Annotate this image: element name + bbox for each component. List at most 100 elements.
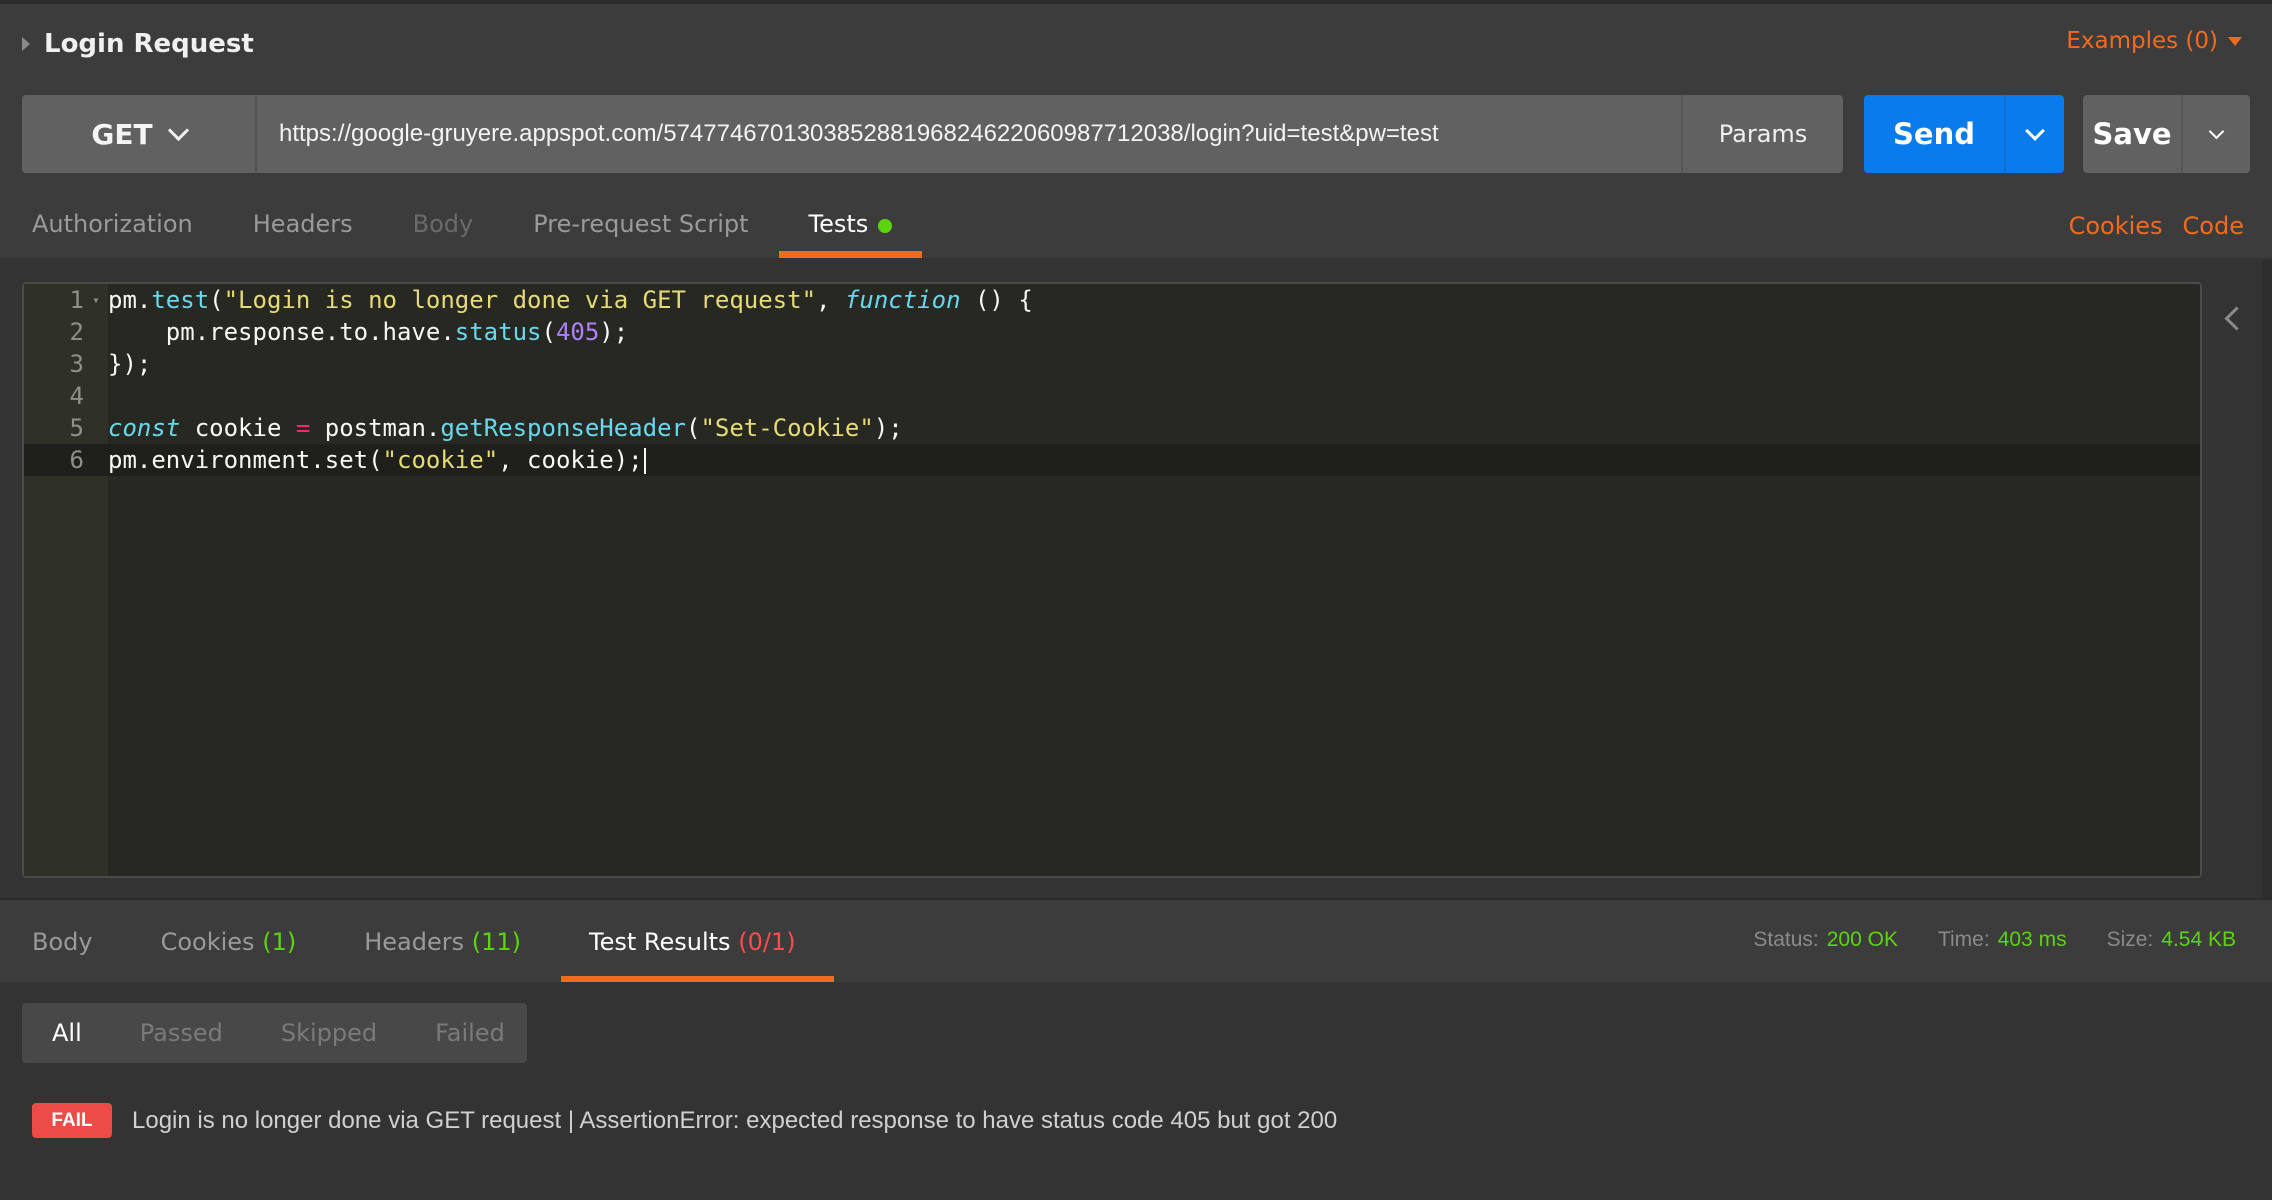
request-links: Cookies Code xyxy=(2069,212,2244,240)
tests-code-editor[interactable]: 1 ▾ pm.test("Login is no longer done via G… xyxy=(22,282,2202,878)
cookies-link[interactable]: Cookies xyxy=(2069,212,2163,240)
send-button-group: Send xyxy=(1864,95,2064,173)
tab-body[interactable]: Body xyxy=(413,200,474,258)
tab-label: Pre-request Script xyxy=(533,210,749,238)
filter-passed[interactable]: Passed xyxy=(140,1019,223,1047)
save-button[interactable]: Save xyxy=(2083,95,2183,173)
code-token: cookie xyxy=(180,414,296,442)
response-meta: Status: 200 OK Time: 403 ms Size: 4.54 KB xyxy=(1753,928,2236,952)
request-title: Login Request xyxy=(44,29,254,59)
tab-label: Headers xyxy=(252,210,353,238)
code-token: "cookie" xyxy=(382,446,499,474)
tab-response-cookies[interactable]: Cookies (1) xyxy=(161,928,297,982)
time-meta: Time: 403 ms xyxy=(1938,928,2067,952)
save-options-button[interactable] xyxy=(2183,95,2250,173)
send-options-button[interactable] xyxy=(2006,95,2064,173)
test-result-row: FAIL Login is no longer done via GET req… xyxy=(32,1103,1337,1138)
tab-tests[interactable]: Tests xyxy=(778,200,922,258)
code-token: ( xyxy=(685,414,701,442)
collapse-panel-chevron-left-icon[interactable] xyxy=(2222,305,2242,333)
code-token: ( xyxy=(541,318,556,346)
tab-label: Body xyxy=(32,928,93,956)
code-token: , cookie); xyxy=(498,446,643,474)
request-title-row[interactable]: Login Request xyxy=(22,26,254,62)
send-button[interactable]: Send xyxy=(1864,95,2006,173)
code-link[interactable]: Code xyxy=(2183,212,2244,240)
filter-failed[interactable]: Failed xyxy=(435,1019,505,1047)
code-line[interactable]: 1 ▾ pm.test("Login is no longer done via G… xyxy=(24,284,2200,316)
code-text: const cookie = postman.getResponseHeader… xyxy=(108,414,903,442)
code-token: "Set-Cookie" xyxy=(700,414,874,442)
code-line[interactable]: 3}); xyxy=(24,348,2200,380)
code-line[interactable]: 6 pm.environment.set("cookie", cookie); xyxy=(24,444,2200,476)
tab-authorization[interactable]: Authorization xyxy=(32,200,193,258)
code-token: getResponseHeader xyxy=(440,414,686,442)
chevron-down-icon xyxy=(2208,123,2225,139)
code-line[interactable]: 4 xyxy=(24,380,2200,412)
code-token: 405 xyxy=(555,318,600,346)
code-token: test xyxy=(151,286,210,314)
scrollbar[interactable] xyxy=(2262,260,2272,900)
has-content-dot-icon xyxy=(878,219,893,233)
code-token: = xyxy=(295,414,311,442)
request-bar: GET Params xyxy=(22,95,1843,173)
chevron-down-icon xyxy=(2025,121,2045,141)
status-label: Status: xyxy=(1753,928,1819,951)
status-value[interactable]: 200 OK xyxy=(1827,928,1898,951)
test-result-filters: All Passed Skipped Failed xyxy=(22,1003,527,1063)
code-token: () { xyxy=(960,286,1033,314)
tab-label: Headers xyxy=(364,928,465,956)
code-token: pm.response.to.have. xyxy=(108,318,455,346)
divider xyxy=(0,982,2272,984)
line-number: 2 xyxy=(69,318,84,346)
code-token: "Login is no longer done via GET request… xyxy=(223,286,817,314)
time-label: Time: xyxy=(1937,928,1990,951)
code-token: function xyxy=(844,286,961,314)
code-token: }); xyxy=(108,350,152,378)
examples-dropdown[interactable]: Examples (0) xyxy=(2066,28,2242,54)
line-number: 1 xyxy=(69,286,84,314)
fail-badge: FAIL xyxy=(32,1103,112,1138)
line-number: 3 xyxy=(69,350,84,378)
tab-response-body[interactable]: Body xyxy=(32,928,93,982)
line-number: 6 xyxy=(69,446,84,474)
filter-skipped[interactable]: Skipped xyxy=(281,1019,377,1047)
code-text: pm.environment.set("cookie", cookie); xyxy=(108,446,646,474)
code-token: pm. xyxy=(108,286,152,314)
test-results-count: (0/1) xyxy=(738,928,796,956)
url-input[interactable] xyxy=(279,120,1681,148)
response-tabs: Body Cookies (1) Headers (11) Test Resul… xyxy=(32,928,864,982)
params-button[interactable]: Params xyxy=(1683,95,1843,173)
tab-headers[interactable]: Headers xyxy=(253,200,353,258)
tab-pre-request-script[interactable]: Pre-request Script xyxy=(533,200,748,258)
code-token: postman. xyxy=(310,414,441,442)
code-token: , xyxy=(816,286,845,314)
chevron-down-icon xyxy=(167,119,189,141)
caret-down-icon xyxy=(2228,36,2242,46)
code-text: }); xyxy=(108,350,151,378)
url-field[interactable] xyxy=(257,95,1683,173)
filter-all[interactable]: All xyxy=(52,1019,82,1047)
code-line[interactable]: 2 pm.response.to.have.status(405); xyxy=(24,316,2200,348)
request-tabs: Authorization Headers Body Pre-request S… xyxy=(32,200,952,258)
code-line[interactable]: 5 const cookie = postman.getResponseHeade… xyxy=(24,412,2200,444)
status-meta: Status: 200 OK xyxy=(1753,928,1898,952)
headers-count: (11) xyxy=(471,928,521,956)
code-text: pm.response.to.have.status(405); xyxy=(108,318,628,346)
size-value[interactable]: 4.54 KB xyxy=(2161,928,2236,951)
code-token: ); xyxy=(599,318,629,346)
fold-arrow-icon[interactable]: ▾ xyxy=(84,293,108,307)
tab-test-results[interactable]: Test Results (0/1) xyxy=(561,928,834,982)
code-token: ( xyxy=(209,286,224,314)
code-token: ); xyxy=(873,414,903,442)
tab-label: Authorization xyxy=(32,210,193,238)
cookies-count: (1) xyxy=(262,928,297,956)
method-label: GET xyxy=(91,117,153,151)
expand-caret-icon[interactable] xyxy=(22,37,30,51)
time-value[interactable]: 403 ms xyxy=(1998,928,2067,951)
code-token: status xyxy=(454,318,542,346)
method-select[interactable]: GET xyxy=(22,95,257,173)
tab-response-headers[interactable]: Headers (11) xyxy=(364,928,521,982)
code-token: pm.environment.set( xyxy=(108,446,383,474)
code-text: pm.test("Login is no longer done via GET… xyxy=(108,286,1033,314)
